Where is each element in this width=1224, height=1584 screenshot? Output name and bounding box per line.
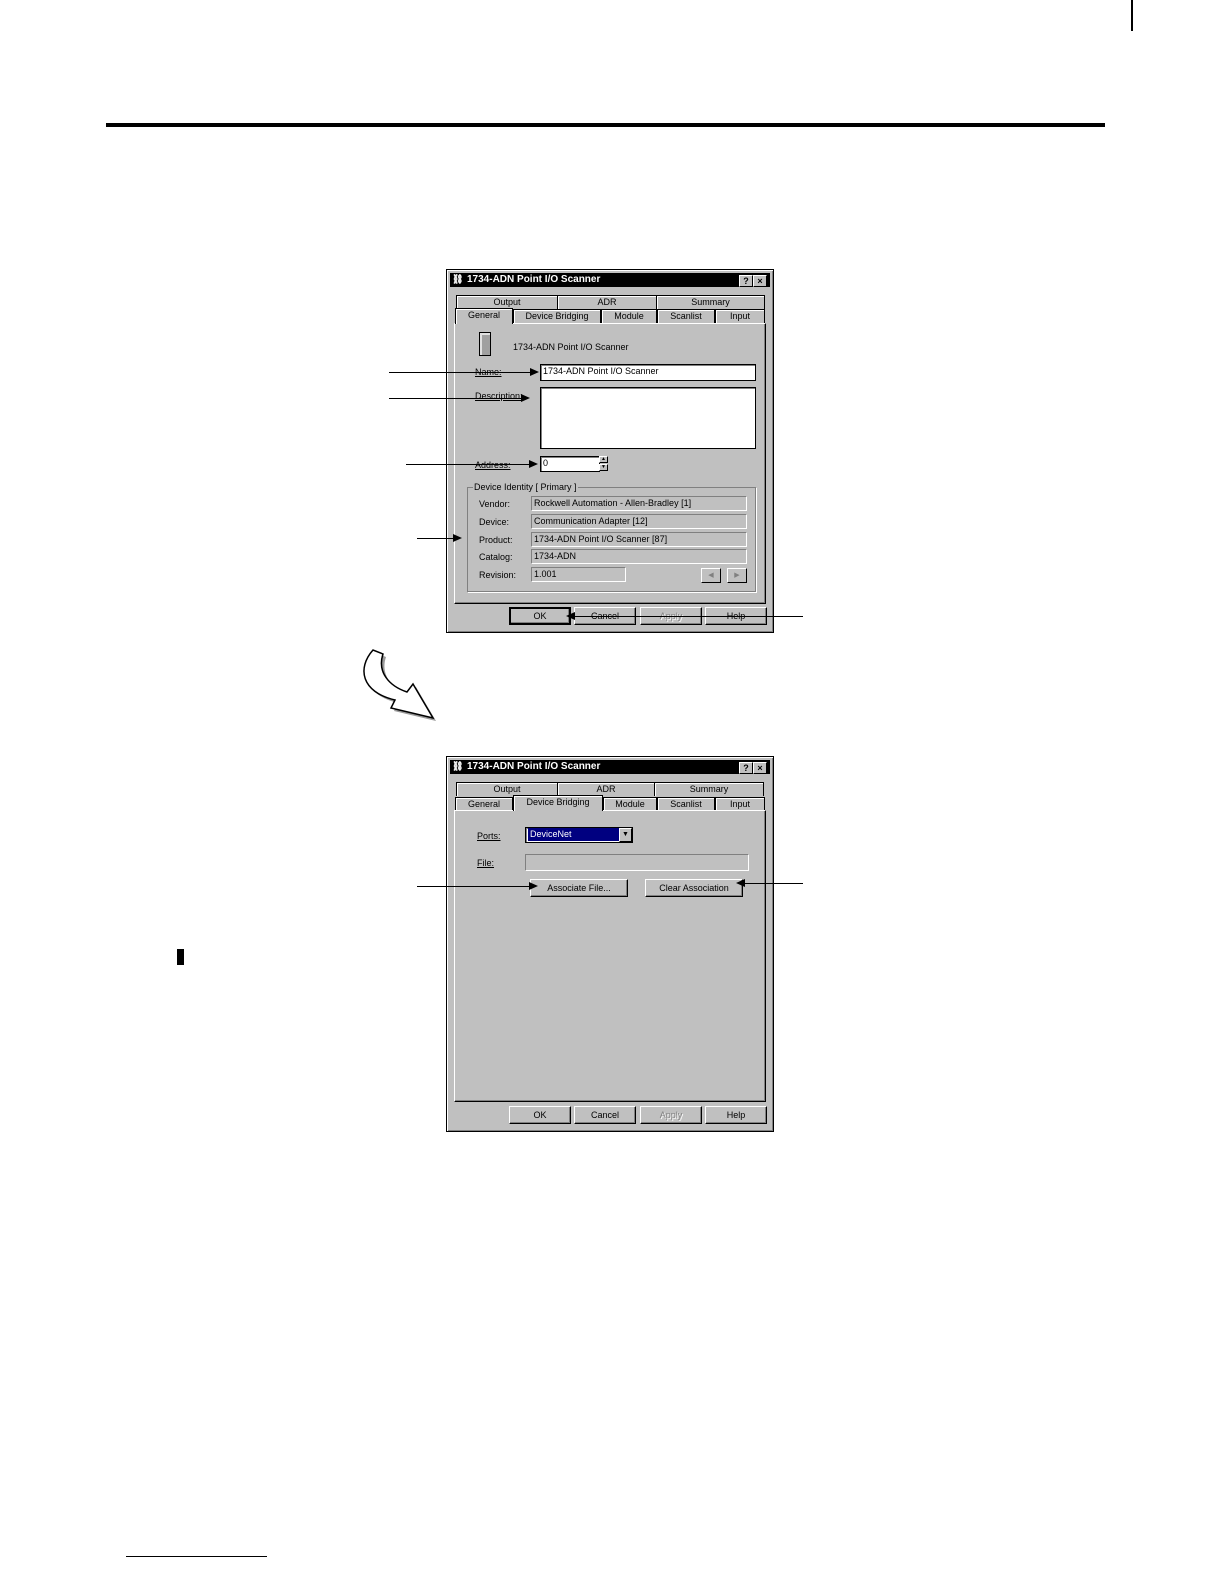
tab-summary[interactable]: Summary (656, 295, 765, 309)
ports-selected-value: DeviceNet (528, 828, 620, 841)
callout-associate-file-arrowhead (529, 882, 538, 890)
product-label: Product: (479, 535, 513, 545)
callout-address (406, 464, 530, 465)
callout-ok-arrowhead (566, 612, 575, 620)
margin-bar (1131, 0, 1133, 31)
point-io-adapter-icon (479, 332, 491, 356)
network-scanner-icon: ⛓ (452, 761, 464, 771)
device-caption: 1734-ADN Point I/O Scanner (513, 342, 629, 352)
associate-file-button[interactable]: Associate File... (530, 879, 628, 897)
tab-output[interactable]: Output (456, 295, 558, 309)
help-button[interactable]: Help (705, 1106, 767, 1124)
description-label: Description: (475, 391, 523, 401)
device-identity-label: Device Identity [ Primary ] (473, 482, 578, 493)
callout-address-arrowhead (529, 460, 538, 468)
file-label: File: (477, 858, 495, 868)
dialog-device-bridging-tab: ⛓ 1734-ADN Point I/O Scanner ? × Output … (446, 756, 774, 1132)
callout-name (389, 372, 531, 373)
tab-adr[interactable]: ADR (557, 295, 657, 309)
callout-ok (574, 616, 803, 617)
tab-output[interactable]: Output (456, 782, 558, 796)
callout-associate-file (417, 886, 530, 887)
catalog-value: 1734-ADN (531, 549, 747, 564)
description-field[interactable] (540, 387, 756, 449)
callout-description (389, 398, 522, 399)
revision-value: 1.001 (531, 567, 626, 582)
callout-device-identity (417, 538, 454, 539)
tab-general[interactable]: General (455, 308, 513, 324)
help-title-button[interactable]: ? (739, 762, 753, 774)
cancel-button[interactable]: Cancel (574, 1106, 636, 1124)
tab-scanlist[interactable]: Scanlist (657, 797, 715, 811)
device-label: Device: (479, 517, 510, 527)
change-bar-marker (177, 949, 184, 965)
address-label: Address: (475, 460, 511, 470)
close-button[interactable]: × (753, 762, 767, 774)
next-identity-button[interactable]: ▶ (727, 568, 747, 583)
vendor-label: Vendor: (479, 499, 511, 509)
tab-summary[interactable]: Summary (654, 782, 764, 796)
tab-panel: Ports: DeviceNet ▼ File: Associate File.… (454, 810, 766, 1102)
file-field (525, 854, 749, 871)
tab-device-bridging[interactable]: Device Bridging (513, 795, 603, 811)
close-button[interactable]: × (753, 275, 767, 287)
ok-button[interactable]: OK (509, 607, 571, 625)
address-spin-up[interactable]: ▲ (599, 456, 608, 463)
previous-identity-button[interactable]: ◀ (701, 568, 721, 583)
footer-rule (126, 1556, 267, 1557)
dialog-general-tab: ⛓ 1734-ADN Point I/O Scanner ? × Output … (446, 269, 774, 633)
network-scanner-icon: ⛓ (452, 274, 464, 284)
ports-dropdown[interactable]: DeviceNet (525, 827, 633, 843)
tab-input[interactable]: Input (715, 309, 765, 323)
clear-association-button[interactable]: Clear Association (645, 879, 743, 897)
tab-scanlist[interactable]: Scanlist (657, 309, 715, 323)
tab-input[interactable]: Input (715, 797, 765, 811)
callout-name-arrowhead (530, 368, 539, 376)
chevron-down-icon[interactable]: ▼ (619, 828, 632, 842)
tab-module[interactable]: Module (603, 797, 657, 811)
title-bar: ⛓ 1734-ADN Point I/O Scanner ? × (450, 273, 770, 287)
tab-module[interactable]: Module (601, 309, 657, 323)
vendor-value: Rockwell Automation - Allen-Bradley [1] (531, 496, 747, 511)
tab-adr[interactable]: ADR (557, 782, 655, 796)
callout-device-identity-arrowhead (453, 534, 462, 542)
tab-device-bridging[interactable]: Device Bridging (513, 309, 601, 323)
apply-button[interactable]: Apply (640, 1106, 702, 1124)
callout-description-arrowhead (521, 394, 530, 402)
address-field[interactable]: 0 (540, 456, 600, 472)
product-value: 1734-ADN Point I/O Scanner [87] (531, 532, 747, 547)
dialog-title: 1734-ADN Point I/O Scanner (467, 761, 601, 772)
tab-general[interactable]: General (455, 797, 513, 811)
curved-down-arrow-icon (363, 649, 436, 721)
callout-clear-association-arrowhead (736, 879, 745, 887)
callout-clear-association (744, 883, 803, 884)
catalog-label: Catalog: (479, 552, 513, 562)
revision-label: Revision: (479, 570, 517, 580)
address-spin-down[interactable]: ▼ (599, 464, 608, 471)
dialog-title: 1734-ADN Point I/O Scanner (467, 274, 601, 285)
device-value: Communication Adapter [12] (531, 514, 747, 529)
header-rule (106, 123, 1105, 127)
title-bar: ⛓ 1734-ADN Point I/O Scanner ? × (450, 760, 770, 774)
ports-label: Ports: (477, 831, 501, 841)
ok-button[interactable]: OK (509, 1106, 571, 1124)
name-field[interactable]: 1734-ADN Point I/O Scanner (540, 364, 756, 381)
help-title-button[interactable]: ? (739, 275, 753, 287)
